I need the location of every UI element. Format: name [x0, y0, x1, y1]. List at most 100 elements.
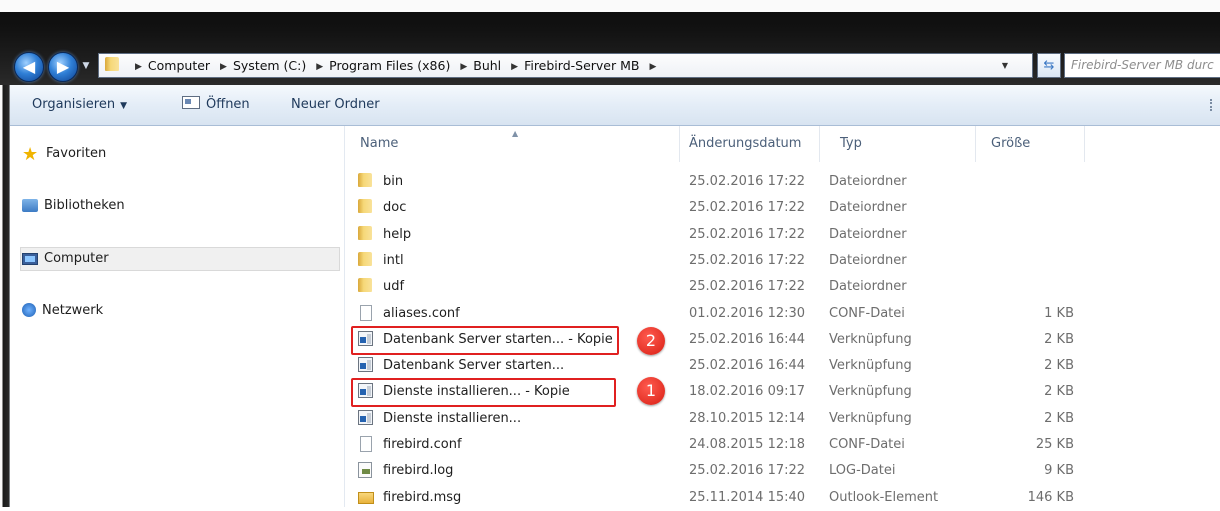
open-label: Öffnen [206, 97, 250, 112]
view-options-icon[interactable] [1210, 99, 1220, 111]
column-header-name[interactable]: Name [360, 126, 398, 162]
log-file-icon [358, 462, 372, 479]
file-type: Verknüpfung [829, 358, 912, 374]
organize-button[interactable]: Organisieren ▼ [32, 85, 127, 125]
table-row[interactable]: help 25.02.2016 17:22 Dateiordner [345, 221, 1220, 248]
file-type: CONF-Datei [829, 437, 905, 452]
star-icon: ★ [22, 144, 39, 165]
nav-label: Favoriten [46, 146, 107, 161]
file-name: firebird.conf [383, 437, 462, 452]
library-icon [22, 199, 38, 212]
forward-button[interactable]: ▶ [48, 52, 78, 82]
file-size: 2 KB [1044, 410, 1074, 426]
file-date: 18.02.2016 09:17 [689, 384, 806, 400]
computer-icon [22, 253, 38, 265]
file-size: 2 KB [1044, 358, 1074, 374]
column-header-date[interactable]: Änderungsdatum [689, 126, 801, 162]
table-row[interactable]: doc 25.02.2016 17:22 Dateiordner [345, 194, 1220, 221]
nav-item-network[interactable]: Netzwerk [22, 298, 103, 324]
nav-label: Computer [44, 251, 109, 266]
column-divider[interactable] [1084, 126, 1085, 162]
file-date: 01.02.2016 12:30 [689, 305, 806, 321]
column-header-size[interactable]: Größe [991, 126, 1030, 162]
file-size [985, 194, 1074, 221]
column-divider[interactable] [975, 126, 976, 162]
table-row[interactable]: Dienste installieren... 28.10.2015 12:14 V… [345, 405, 1220, 432]
refresh-button[interactable]: ⇆ [1037, 53, 1061, 78]
breadcrumb-separator-icon[interactable]: ▶ [220, 62, 227, 72]
annotation-badge-2: 2 [637, 327, 665, 355]
file-type: Dateiordner [829, 174, 907, 189]
search-input[interactable]: Firebird-Server MB durc [1064, 53, 1220, 78]
file-type: Dateiordner [829, 252, 907, 268]
back-button[interactable]: ◀ [14, 52, 44, 82]
breadcrumb-program-files[interactable]: Program Files (x86) [329, 58, 450, 73]
folder-icon [358, 278, 372, 293]
file-type: CONF-Datei [829, 305, 905, 321]
folder-icon [358, 173, 372, 187]
column-name-label: Name [360, 136, 399, 151]
open-icon [182, 96, 200, 109]
file-size: 25 KB [1035, 437, 1074, 452]
breadcrumb-separator-icon[interactable]: ▶ [649, 62, 656, 72]
file-size [985, 247, 1074, 274]
new-folder-button[interactable]: Neuer Ordner [291, 85, 380, 125]
breadcrumb-separator-icon[interactable]: ▶ [460, 62, 467, 72]
file-type: Verknüpfung [829, 331, 912, 347]
document-icon [360, 304, 372, 321]
table-row[interactable]: udf 25.02.2016 17:22 Dateiordner [345, 273, 1220, 300]
mail-icon [358, 491, 374, 504]
file-size: 2 KB [1044, 331, 1074, 347]
sort-ascending-icon: ▲ [512, 129, 519, 138]
nav-item-computer[interactable]: Computer [22, 246, 109, 272]
address-bar[interactable]: ▶ Computer ▶ System (C:) ▶ Program Files (x… [98, 53, 1033, 78]
table-row[interactable]: bin 25.02.2016 17:22 Dateiordner [345, 168, 1220, 195]
recent-pages-dropdown[interactable]: ▼ [80, 56, 92, 76]
table-row[interactable]: aliases.conf 01.02.2016 12:30 CONF-Datei 1 … [345, 300, 1220, 327]
table-row[interactable]: intl 25.02.2016 17:22 Dateiordner [345, 247, 1220, 274]
folder-icon [105, 57, 119, 71]
nav-item-libraries[interactable]: Bibliotheken [22, 193, 125, 219]
file-size [985, 168, 1074, 195]
address-history-dropdown-icon[interactable]: ▼ [1002, 54, 1008, 77]
chevron-down-icon: ▼ [120, 101, 128, 111]
breadcrumb-separator-icon[interactable]: ▶ [511, 62, 518, 72]
file-date: 25.02.2016 17:22 [689, 252, 806, 268]
file-date: 24.08.2015 12:18 [689, 437, 806, 452]
file-size [985, 221, 1074, 248]
folder-icon [358, 199, 372, 214]
breadcrumb-firebird-server[interactable]: Firebird-Server MB [524, 58, 639, 73]
breadcrumb-computer[interactable]: Computer [148, 58, 210, 73]
file-name: bin [383, 174, 404, 189]
file-date: 28.10.2015 12:14 [689, 410, 806, 426]
open-button[interactable]: Öffnen [182, 85, 250, 125]
breadcrumb-buhl[interactable]: Buhl [473, 58, 501, 73]
address-bar-row: ◀ ▶ ▼ ▶ Computer ▶ System (C:) ▶ Program Fi… [10, 50, 1220, 84]
shortcut-icon [358, 409, 373, 425]
file-type: Verknüpfung [829, 384, 912, 400]
navigation-pane: ★ Favoriten Bibliotheken Computer Netzwer… [10, 126, 345, 507]
file-name: udf [383, 279, 405, 295]
nav-label: Bibliotheken [44, 198, 125, 213]
window-left-border [0, 85, 10, 507]
file-name: aliases.conf [383, 305, 460, 321]
table-row[interactable]: firebird.log 25.02.2016 17:22 LOG-Datei 9 K… [345, 457, 1220, 484]
breadcrumb-separator-icon[interactable]: ▶ [135, 62, 142, 72]
column-divider[interactable] [819, 126, 820, 162]
file-type: LOG-Datei [829, 463, 896, 479]
file-date: 25.02.2016 17:22 [689, 463, 806, 479]
table-row[interactable]: firebird.conf 24.08.2015 12:18 CONF-Datei 2… [345, 431, 1220, 458]
breadcrumb-system-c[interactable]: System (C:) [233, 58, 306, 73]
annotation-badge-1: 1 [637, 377, 665, 405]
file-date: 25.02.2016 16:44 [689, 358, 806, 374]
organize-label: Organisieren [32, 97, 116, 112]
column-header-type[interactable]: Typ [840, 126, 862, 162]
breadcrumb-separator-icon[interactable]: ▶ [316, 62, 323, 72]
file-date: 25.02.2016 17:22 [689, 174, 806, 189]
nav-item-favorites[interactable]: ★ Favoriten [22, 141, 106, 167]
table-row[interactable]: Datenbank Server starten... 25.02.2016 16… [345, 352, 1220, 379]
nav-label: Netzwerk [42, 303, 104, 318]
file-name: Datenbank Server starten... [383, 358, 565, 374]
file-type: Verknüpfung [829, 410, 912, 426]
column-divider[interactable] [679, 126, 680, 162]
